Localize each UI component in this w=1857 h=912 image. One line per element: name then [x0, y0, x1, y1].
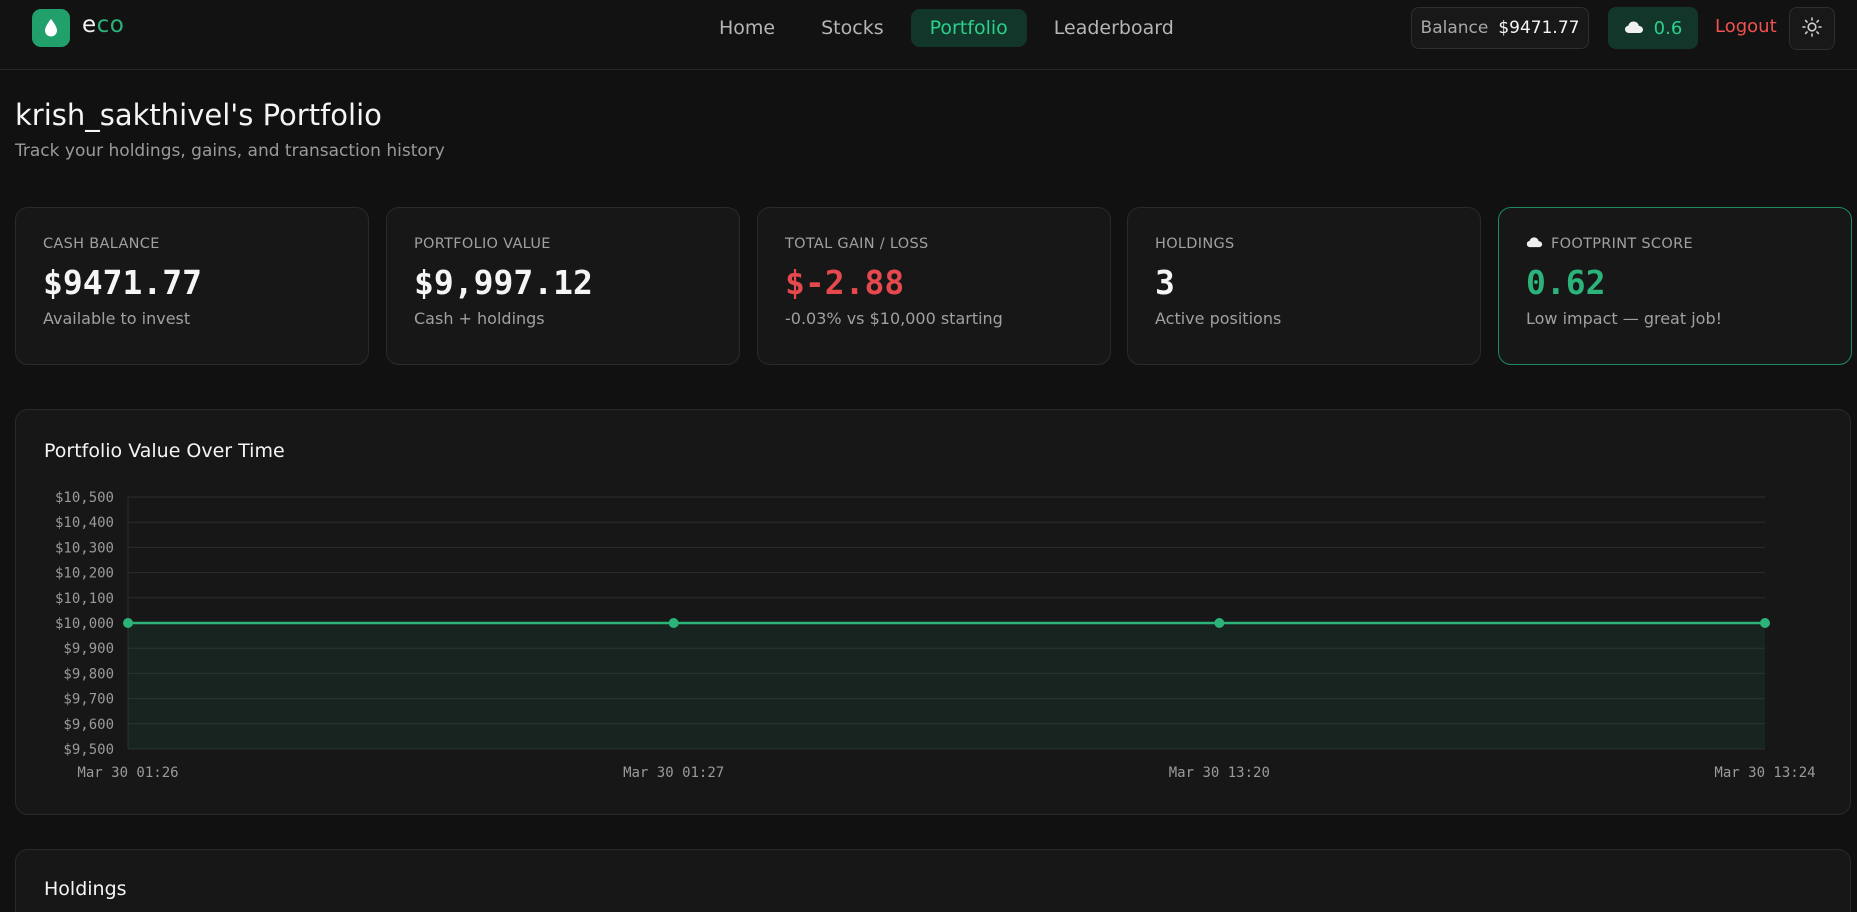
- x-tick-label: Mar 30 01:26: [77, 765, 178, 781]
- logo-text[interactable]: eco: [82, 12, 124, 38]
- data-point: [1214, 618, 1225, 628]
- logout-button[interactable]: Logout: [1715, 16, 1777, 37]
- data-point: [1760, 618, 1770, 628]
- sun-icon: [1802, 16, 1822, 41]
- logo-text-part2: co: [96, 12, 125, 38]
- card-subtext: Active positions: [1155, 309, 1282, 328]
- y-tick-label: $10,200: [55, 566, 114, 582]
- card-subtext: Low impact — great job!: [1526, 309, 1723, 328]
- nav-link-portfolio[interactable]: Portfolio: [910, 9, 1027, 47]
- card-subtext: Available to invest: [43, 309, 191, 328]
- chart-panel: Portfolio Value Over Time $10,500 $10,400…: [15, 409, 1851, 815]
- cloud-icon: [1624, 18, 1644, 39]
- data-point: [123, 618, 133, 628]
- footprint-value: 0.6: [1653, 17, 1683, 39]
- holdings-title: Holdings: [44, 878, 127, 900]
- footprint-score-card: FOOTPRINT SCORE 0.62 Low impact — great …: [1498, 207, 1852, 365]
- balance-value: $9471.77: [1498, 18, 1580, 38]
- gain-loss-card: TOTAL GAIN / LOSS $-2.88 -0.03% vs $10,0…: [757, 207, 1111, 365]
- y-tick-label: $10,400: [55, 515, 114, 531]
- y-tick-label: $9,700: [63, 692, 114, 708]
- card-label: TOTAL GAIN / LOSS: [785, 236, 929, 252]
- y-tick-label: $9,500: [63, 742, 114, 758]
- card-value: $9,997.12: [414, 263, 593, 302]
- data-point: [668, 618, 679, 628]
- card-value: 0.62: [1526, 263, 1606, 302]
- nav-links: Home Stocks Portfolio Leaderboard: [700, 7, 1193, 49]
- page-subtitle: Track your holdings, gains, and transact…: [15, 141, 445, 161]
- theme-toggle-button[interactable]: [1789, 7, 1835, 50]
- card-label: HOLDINGS: [1155, 236, 1235, 252]
- nav-link-leaderboard[interactable]: Leaderboard: [1035, 9, 1193, 47]
- y-tick-label: $10,100: [55, 591, 114, 607]
- x-tick-label: Mar 30 13:20: [1169, 765, 1270, 781]
- y-tick-label: $10,300: [55, 540, 114, 556]
- card-value: $9471.77: [43, 263, 202, 302]
- card-label: CASH BALANCE: [43, 236, 160, 252]
- holdings-count-card: HOLDINGS 3 Active positions: [1127, 207, 1481, 365]
- logo-icon[interactable]: [32, 9, 70, 47]
- y-tick-label: $9,800: [63, 666, 114, 682]
- nav-link-home[interactable]: Home: [700, 9, 794, 47]
- cash-balance-card: CASH BALANCE $9471.77 Available to inves…: [15, 207, 369, 365]
- balance-pill: Balance $9471.77: [1411, 7, 1589, 49]
- y-tick-label: $9,600: [63, 717, 114, 733]
- card-value: 3: [1155, 263, 1175, 302]
- y-tick-label: $10,000: [55, 616, 114, 632]
- holdings-panel: Holdings: [15, 849, 1851, 912]
- logo-text-part1: e: [82, 12, 97, 38]
- card-subtext: Cash + holdings: [414, 309, 545, 328]
- nav-link-stocks[interactable]: Stocks: [802, 9, 902, 47]
- portfolio-value-card: PORTFOLIO VALUE $9,997.12 Cash + holding…: [386, 207, 740, 365]
- x-tick-label: Mar 30 01:27: [623, 765, 724, 781]
- top-nav: eco Home Stocks Portfolio Leaderboard Ba…: [0, 0, 1857, 70]
- portfolio-line-chart: $10,500 $10,400 $10,300 $10,200 $10,100 $10,0…: [55, 490, 1816, 781]
- balance-label: Balance: [1420, 18, 1489, 38]
- y-tick-label: $10,500: [55, 490, 114, 506]
- x-tick-label: Mar 30 13:24: [1714, 765, 1815, 781]
- card-label-text: FOOTPRINT SCORE: [1551, 236, 1693, 252]
- card-subtext: -0.03% vs $10,000 starting: [785, 309, 1003, 328]
- page-title: krish_sakthivel's Portfolio: [15, 98, 382, 132]
- card-value: $-2.88: [785, 263, 905, 302]
- cloud-icon: [1526, 236, 1543, 252]
- card-label: PORTFOLIO VALUE: [414, 236, 551, 252]
- area-fill: [128, 623, 1765, 749]
- y-tick-label: $9,900: [63, 641, 114, 657]
- footprint-pill[interactable]: 0.6: [1608, 7, 1698, 49]
- card-label: FOOTPRINT SCORE: [1526, 236, 1824, 252]
